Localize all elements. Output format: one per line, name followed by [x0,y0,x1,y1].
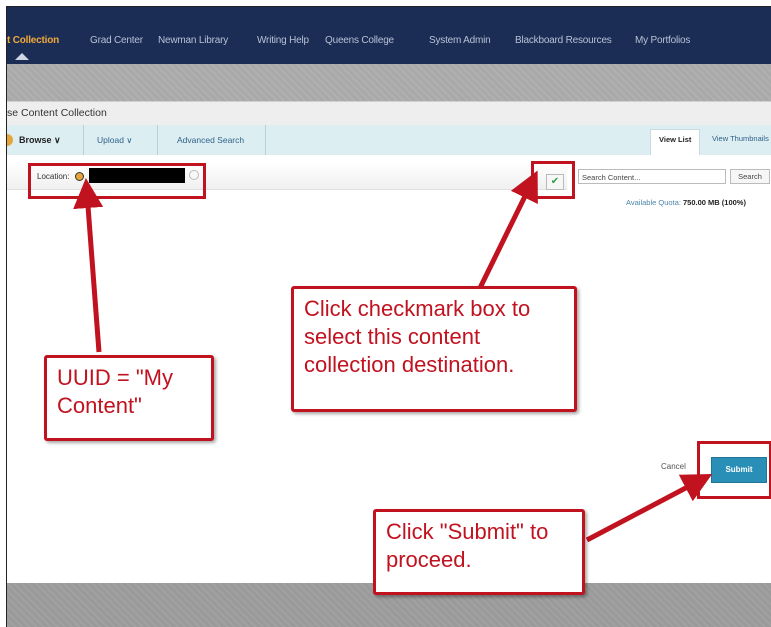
checkbox-arrow [476,170,538,292]
uuid-callout: UUID = "My Content" [44,355,214,441]
submit-arrow [585,474,713,543]
checkmark-callout: Click checkmark box to select this conte… [291,286,577,412]
submit-callout: Click "Submit" to proceed. [373,509,585,595]
uuid-arrow [73,178,104,353]
screenshot-frame: t Collection Grad Center Newman Library … [6,6,771,627]
